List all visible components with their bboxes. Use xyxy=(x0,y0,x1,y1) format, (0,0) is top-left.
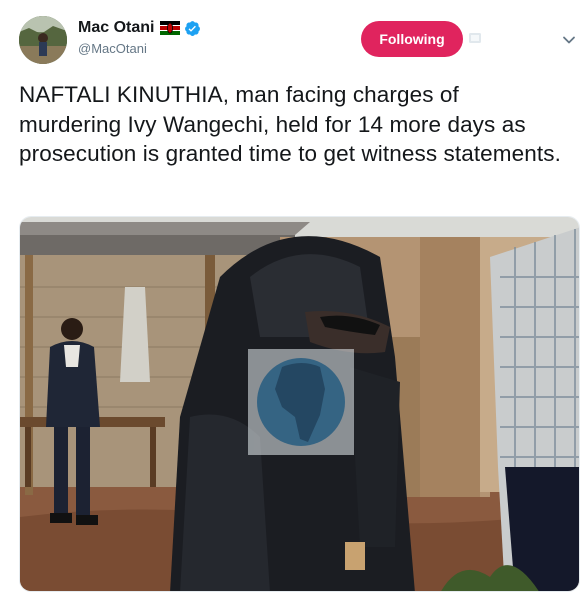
author-handle[interactable]: @MacOtani xyxy=(78,41,147,56)
display-name[interactable]: Mac Otani xyxy=(78,19,154,37)
kenya-flag-icon xyxy=(160,21,181,35)
avatar[interactable] xyxy=(19,16,67,64)
tweet-photo[interactable] xyxy=(19,216,580,592)
following-button[interactable]: Following xyxy=(361,21,463,57)
avatar-photo xyxy=(19,16,67,64)
chevron-down-icon[interactable] xyxy=(562,33,576,47)
tweet-card: Mac Otani @MacOtani Following NAFTALI KI… xyxy=(0,0,588,599)
notifications-icon[interactable] xyxy=(468,31,482,45)
africa-map-watermark-icon xyxy=(248,349,354,455)
author-name-row: Mac Otani xyxy=(78,17,201,39)
tweet-text: NAFTALI KINUTHIA, man facing charges of … xyxy=(19,82,561,166)
photo-scene xyxy=(20,217,579,591)
verified-badge-icon xyxy=(184,20,201,37)
